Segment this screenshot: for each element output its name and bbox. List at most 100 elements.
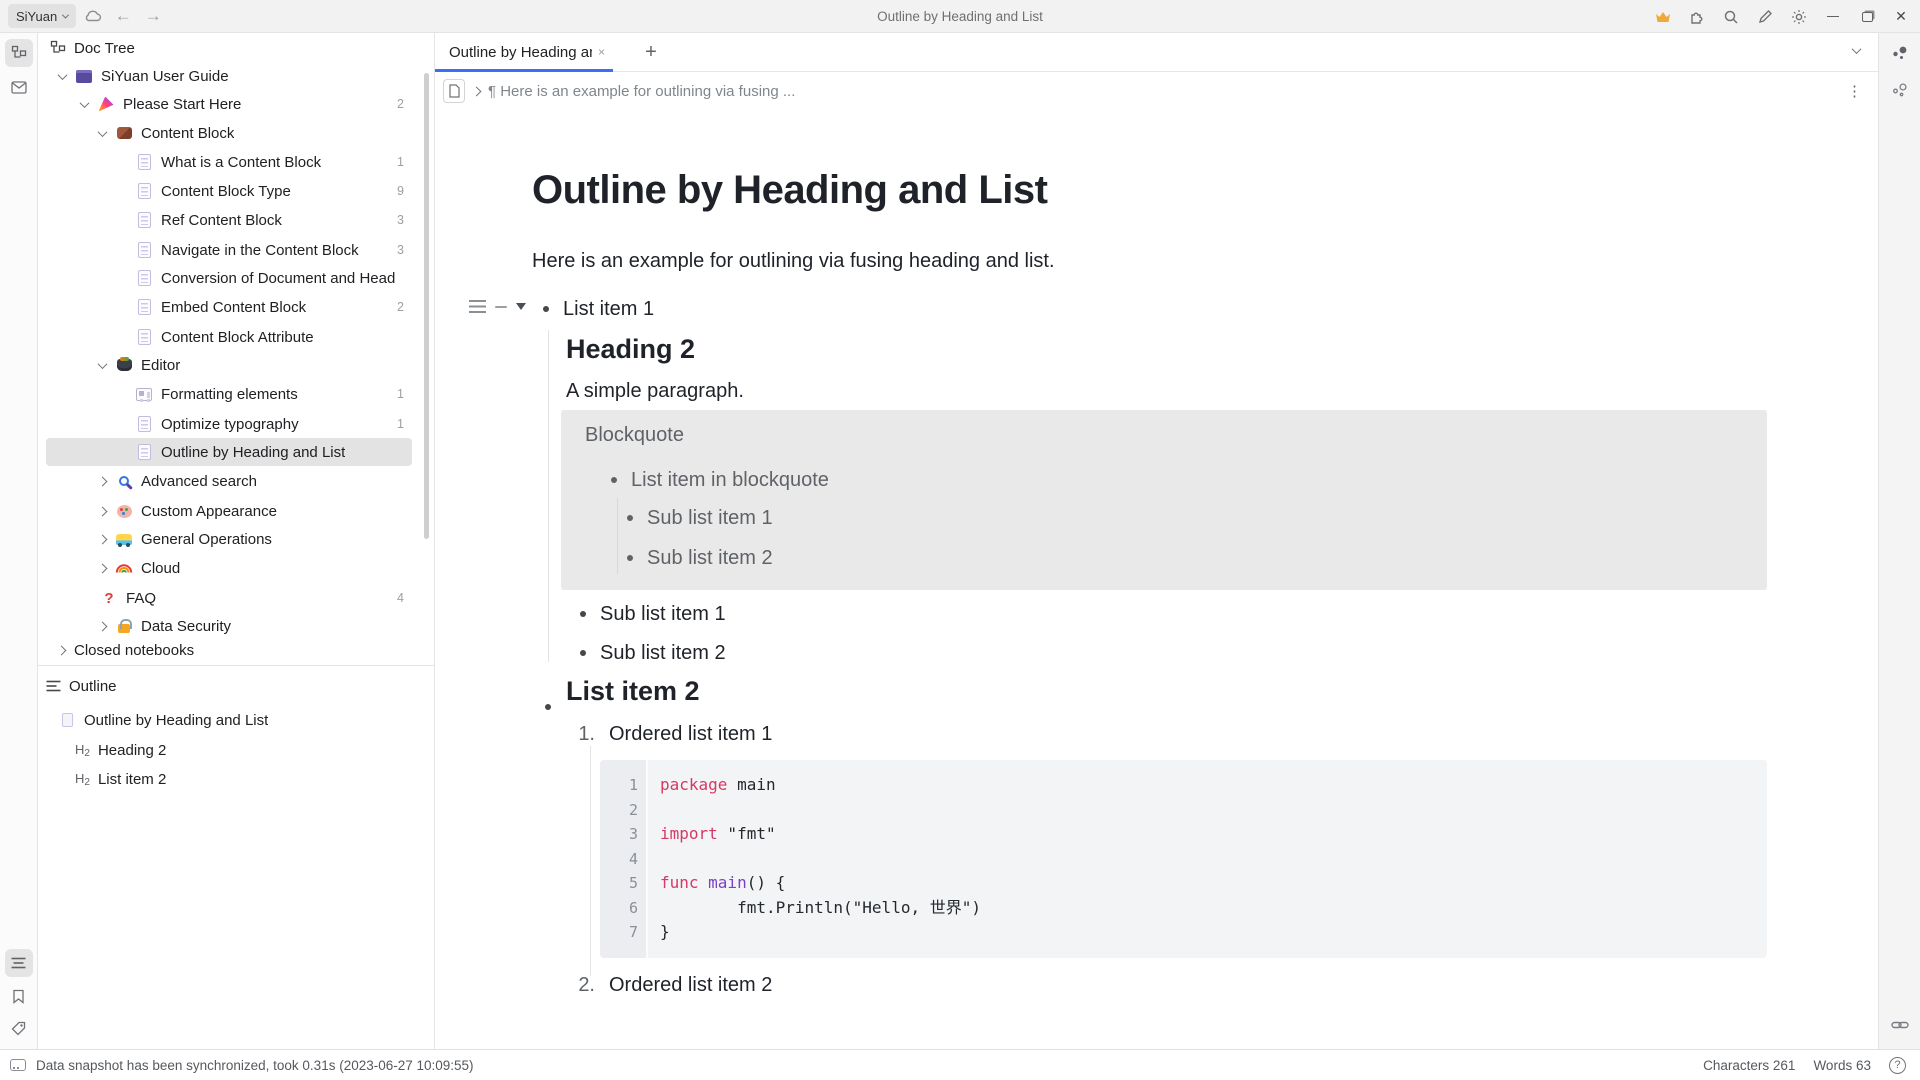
- file-icon[interactable]: [443, 79, 465, 103]
- chevron-right-icon[interactable]: [56, 647, 66, 654]
- code-line: package main: [660, 773, 1767, 798]
- doc-tree-dock-button[interactable]: [5, 39, 33, 67]
- more-options-kebab-icon[interactable]: ⋮: [1847, 82, 1862, 100]
- outline-item-heading-2[interactable]: H2 Heading 2: [46, 736, 412, 764]
- doctree-panel-header[interactable]: Doc Tree: [38, 33, 434, 63]
- chevron-down-icon[interactable]: [97, 130, 107, 137]
- doctree-item-general-operations[interactable]: General Operations: [46, 525, 412, 553]
- graph-dock-button[interactable]: [1886, 39, 1914, 67]
- chevron-right-icon[interactable]: [97, 508, 107, 515]
- doctree-item-advanced-search[interactable]: Advanced search: [46, 467, 412, 495]
- sub-list-item-1[interactable]: Sub list item 1: [580, 601, 726, 627]
- h2-badge: H2: [75, 771, 90, 788]
- outline-item-list-item-2[interactable]: H2 List item 2: [46, 765, 412, 793]
- breadcrumb-block-text[interactable]: ¶ Here is an example for outlining via f…: [488, 83, 795, 100]
- list-item-2-heading[interactable]: List item 2: [566, 676, 700, 707]
- document-icon: [58, 711, 76, 729]
- cloud-sync-icon[interactable]: [80, 4, 106, 28]
- inbox-mail-dock-button[interactable]: [5, 73, 33, 101]
- search-icon[interactable]: [1718, 5, 1744, 29]
- doctree-item-content-block-type[interactable]: Content Block Type 9: [46, 177, 412, 205]
- tag-dock-button[interactable]: [5, 1014, 33, 1042]
- edit-pencil-icon[interactable]: [1752, 5, 1778, 29]
- sub-list-item-2[interactable]: Sub list item 2: [580, 640, 726, 666]
- editor[interactable]: Outline by Heading and List Here is an e…: [435, 110, 1878, 1049]
- doctree-item-content-block[interactable]: Content Block: [46, 119, 412, 147]
- collapse-triangle-icon[interactable]: [516, 303, 526, 310]
- app-menu-button[interactable]: SiYuan: [8, 4, 76, 28]
- doctree-scrollbar[interactable]: [424, 73, 429, 539]
- new-tab-button[interactable]: +: [631, 33, 671, 71]
- ordered-list-item-1[interactable]: 1. Ordered list item 1: [571, 721, 772, 747]
- global-graph-dock-button[interactable]: [1886, 76, 1914, 104]
- bookmark-dock-button[interactable]: [5, 982, 33, 1010]
- doctree-item-embed-content-block[interactable]: Embed Content Block 2: [46, 293, 412, 321]
- doctree-item-cloud[interactable]: Cloud: [46, 554, 412, 582]
- doctree-item-what-is-a-content-block[interactable]: What is a Content Block 1: [46, 148, 412, 176]
- tab-label: Outline by Heading an: [449, 44, 592, 61]
- code-content[interactable]: package main import "fmt" func main() { …: [648, 760, 1767, 958]
- closed-notebooks[interactable]: Closed notebooks: [46, 635, 412, 665]
- maximize-button[interactable]: [1854, 5, 1880, 29]
- bullet-icon: [580, 611, 586, 617]
- doctree-item-optimize-typography[interactable]: Optimize typography 1: [46, 410, 412, 438]
- minimize-button[interactable]: [1820, 5, 1846, 29]
- chevron-right-icon[interactable]: [97, 536, 107, 543]
- list-guide-line: [590, 746, 591, 976]
- bullet-icon: [627, 555, 633, 561]
- doctree-item-editor[interactable]: Editor: [46, 351, 412, 379]
- tab-list-chevron-icon[interactable]: [1852, 44, 1862, 54]
- code-block[interactable]: 1 2 3 4 5 6 7 package main import "fmt" …: [600, 760, 1767, 958]
- doctree-header-label: Doc Tree: [74, 40, 135, 57]
- heading-2[interactable]: Heading 2: [566, 334, 695, 365]
- blockquote[interactable]: Blockquote List item in blockquote Sub l…: [561, 410, 1767, 590]
- snapshot-icon: [10, 1059, 26, 1071]
- outline-panel-header[interactable]: Outline: [46, 672, 117, 700]
- left-dock-rail: [0, 33, 38, 1049]
- outline-dock-button[interactable]: [5, 949, 33, 977]
- doctree-item-navigate-in-the-content-block[interactable]: Navigate in the Content Block 3: [46, 236, 412, 264]
- crown-membership-icon[interactable]: [1650, 5, 1676, 29]
- back-button[interactable]: ←: [110, 4, 136, 28]
- chevron-down-icon[interactable]: [57, 73, 67, 80]
- document-title[interactable]: Outline by Heading and List: [532, 168, 1047, 213]
- plugin-puzzle-icon[interactable]: [1684, 5, 1710, 29]
- close-button[interactable]: ✕: [1888, 5, 1914, 29]
- ordered-list-item-2[interactable]: 2. Ordered list item 2: [571, 972, 772, 998]
- intro-paragraph[interactable]: Here is an example for outlining via fus…: [532, 250, 1055, 273]
- window-title: Outline by Heading and List: [877, 0, 1043, 33]
- doctree-item-formatting-elements[interactable]: Formatting elements 1: [46, 380, 412, 408]
- theme-sun-icon[interactable]: [1786, 5, 1812, 29]
- doctree-item-content-block-attribute[interactable]: Content Block Attribute: [46, 323, 412, 351]
- chevron-right-icon[interactable]: [97, 478, 107, 485]
- outline-item-document[interactable]: Outline by Heading and List: [46, 706, 412, 734]
- drag-handle-icon[interactable]: [495, 306, 507, 308]
- help-icon[interactable]: ?: [1889, 1057, 1906, 1074]
- chevron-down-icon[interactable]: [97, 362, 107, 369]
- palette-icon: [115, 502, 133, 520]
- list-item-1[interactable]: List item 1: [543, 296, 654, 322]
- doctree-item-custom-appearance[interactable]: Custom Appearance: [46, 497, 412, 525]
- chevron-right-icon[interactable]: [97, 623, 107, 630]
- chevron-down-icon: [62, 11, 69, 18]
- tab-close-icon[interactable]: ×: [598, 45, 605, 59]
- outline-header-label: Outline: [69, 678, 117, 695]
- doctree-item-faq[interactable]: ? FAQ 4: [46, 584, 412, 612]
- chevron-right-icon[interactable]: [97, 565, 107, 572]
- backlinks-dock-button[interactable]: [1886, 1011, 1914, 1039]
- panel-divider[interactable]: [38, 665, 434, 666]
- doctree-item-conversion-of-document[interactable]: Conversion of Document and Head...: [46, 264, 412, 292]
- doctree-item-outline-by-heading-and-list[interactable]: Outline by Heading and List: [46, 438, 412, 466]
- doctree-item-siyuan-user-guide[interactable]: SiYuan User Guide: [46, 62, 412, 90]
- forward-button[interactable]: →: [140, 4, 166, 28]
- chevron-down-icon[interactable]: [79, 101, 89, 108]
- document-icon: [135, 153, 153, 171]
- doctree-item-ref-content-block[interactable]: Ref Content Block 3: [46, 206, 412, 234]
- words-count: Words 63: [1813, 1058, 1871, 1073]
- list-gutter-icon[interactable]: [469, 300, 486, 313]
- code-line: }: [660, 920, 1767, 945]
- code-line-numbers: 1 2 3 4 5 6 7: [600, 760, 648, 958]
- doctree-item-please-start-here[interactable]: Please Start Here 2: [46, 90, 412, 118]
- tab-outline-by-heading-and-list[interactable]: Outline by Heading an ×: [435, 33, 613, 71]
- simple-paragraph[interactable]: A simple paragraph.: [566, 380, 744, 403]
